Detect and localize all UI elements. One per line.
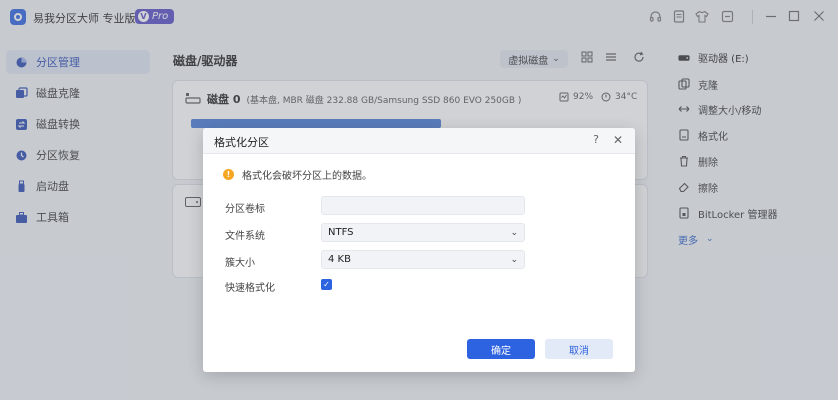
quick-format-checkbox[interactable]: ✓ bbox=[321, 279, 332, 290]
dialog-title: 格式化分区 bbox=[214, 136, 269, 149]
dialog-header: 格式化分区 ? ✕ bbox=[203, 128, 635, 154]
quick-format-label: 快速格式化 bbox=[225, 283, 275, 294]
chevron-down-icon: ⌄ bbox=[510, 227, 518, 238]
cancel-button[interactable]: 取消 bbox=[545, 339, 613, 359]
app-window: 易我分区大师 专业版 V Pro 分区管理 磁盘克隆 磁盘转换 分区恢复 启动盘… bbox=[0, 0, 838, 400]
format-partition-dialog: 格式化分区 ? ✕ ! 格式化会破坏分区上的数据。 分区卷标 文件系统 NTFS… bbox=[203, 128, 635, 372]
warning-message: ! 格式化会破坏分区上的数据。 bbox=[223, 167, 372, 182]
file-system-label: 文件系统 bbox=[225, 231, 265, 242]
ok-button[interactable]: 确定 bbox=[467, 339, 535, 359]
volume-label-input[interactable] bbox=[321, 196, 525, 215]
help-icon[interactable]: ? bbox=[589, 133, 603, 147]
warning-icon: ! bbox=[223, 169, 234, 180]
chevron-down-icon: ⌄ bbox=[510, 254, 518, 265]
cluster-size-select[interactable]: 4 KB ⌄ bbox=[321, 250, 525, 269]
cluster-size-label: 簇大小 bbox=[225, 258, 255, 269]
file-system-select[interactable]: NTFS ⌄ bbox=[321, 223, 525, 242]
volume-label-label: 分区卷标 bbox=[225, 204, 265, 215]
dialog-close-icon[interactable]: ✕ bbox=[611, 133, 625, 147]
